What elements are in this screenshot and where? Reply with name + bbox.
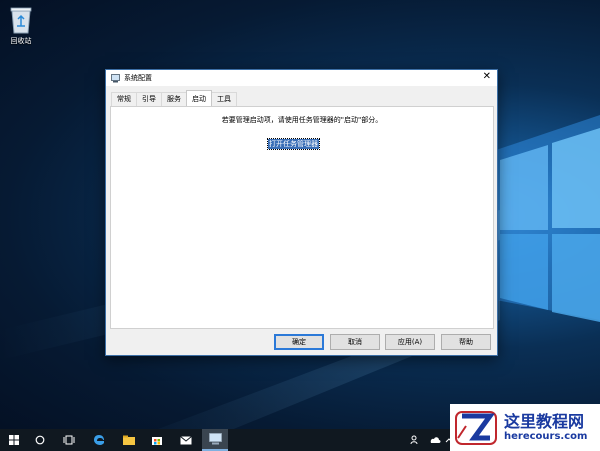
- mail-icon[interactable]: [175, 429, 197, 451]
- site-watermark: 这里教程网 herecours.com: [450, 404, 600, 451]
- file-explorer-icon[interactable]: [118, 429, 140, 451]
- edge-icon[interactable]: [88, 429, 110, 451]
- onedrive-icon[interactable]: [428, 429, 442, 451]
- ok-button[interactable]: 确定: [274, 334, 324, 350]
- system-configuration-dialog: 系统配置 ✕ 常规 引导 服务 启动 工具 若要管理启动项，请使用任务管理器的"…: [105, 69, 498, 356]
- task-view-icon[interactable]: [58, 429, 80, 451]
- apply-button[interactable]: 应用(A): [385, 334, 435, 350]
- tab-tools[interactable]: 工具: [211, 92, 237, 106]
- dialog-titlebar[interactable]: 系统配置 ✕: [106, 70, 497, 86]
- recycle-bin-label: 回收站: [10, 37, 32, 45]
- store-icon[interactable]: [146, 429, 168, 451]
- dialog-button-row: 确定 取消 应用(A) 帮助: [106, 334, 497, 350]
- system-config-app-icon: [111, 73, 120, 82]
- recycle-bin-desktop-icon[interactable]: 回收站: [4, 6, 38, 46]
- help-button[interactable]: 帮助: [441, 334, 491, 350]
- search-circle-icon[interactable]: [30, 429, 50, 451]
- tab-boot[interactable]: 引导: [136, 92, 162, 106]
- open-task-manager-link[interactable]: 打开任务管理器: [267, 138, 320, 150]
- tab-services[interactable]: 服务: [161, 92, 187, 106]
- watermark-logo-icon: [455, 410, 497, 445]
- cancel-button[interactable]: 取消: [330, 334, 380, 350]
- people-icon[interactable]: [408, 429, 422, 451]
- dialog-title: 系统配置: [124, 74, 152, 82]
- startup-tab-panel: 若要管理启动项，请使用任务管理器的"启动"部分。 打开任务管理器: [110, 106, 494, 329]
- windows-start-icon[interactable]: [4, 429, 24, 451]
- close-icon[interactable]: ✕: [483, 72, 491, 82]
- tab-strip: 常规 引导 服务 启动 工具: [111, 90, 237, 106]
- system-config-icon[interactable]: [202, 429, 228, 451]
- tab-general[interactable]: 常规: [111, 92, 137, 106]
- tab-startup[interactable]: 启动: [186, 90, 212, 106]
- watermark-title: 这里教程网: [504, 412, 585, 431]
- recycle-bin-icon: [10, 7, 32, 34]
- watermark-url: herecours.com: [504, 431, 588, 442]
- startup-info-text: 若要管理启动项，请使用任务管理器的"启动"部分。: [221, 116, 383, 124]
